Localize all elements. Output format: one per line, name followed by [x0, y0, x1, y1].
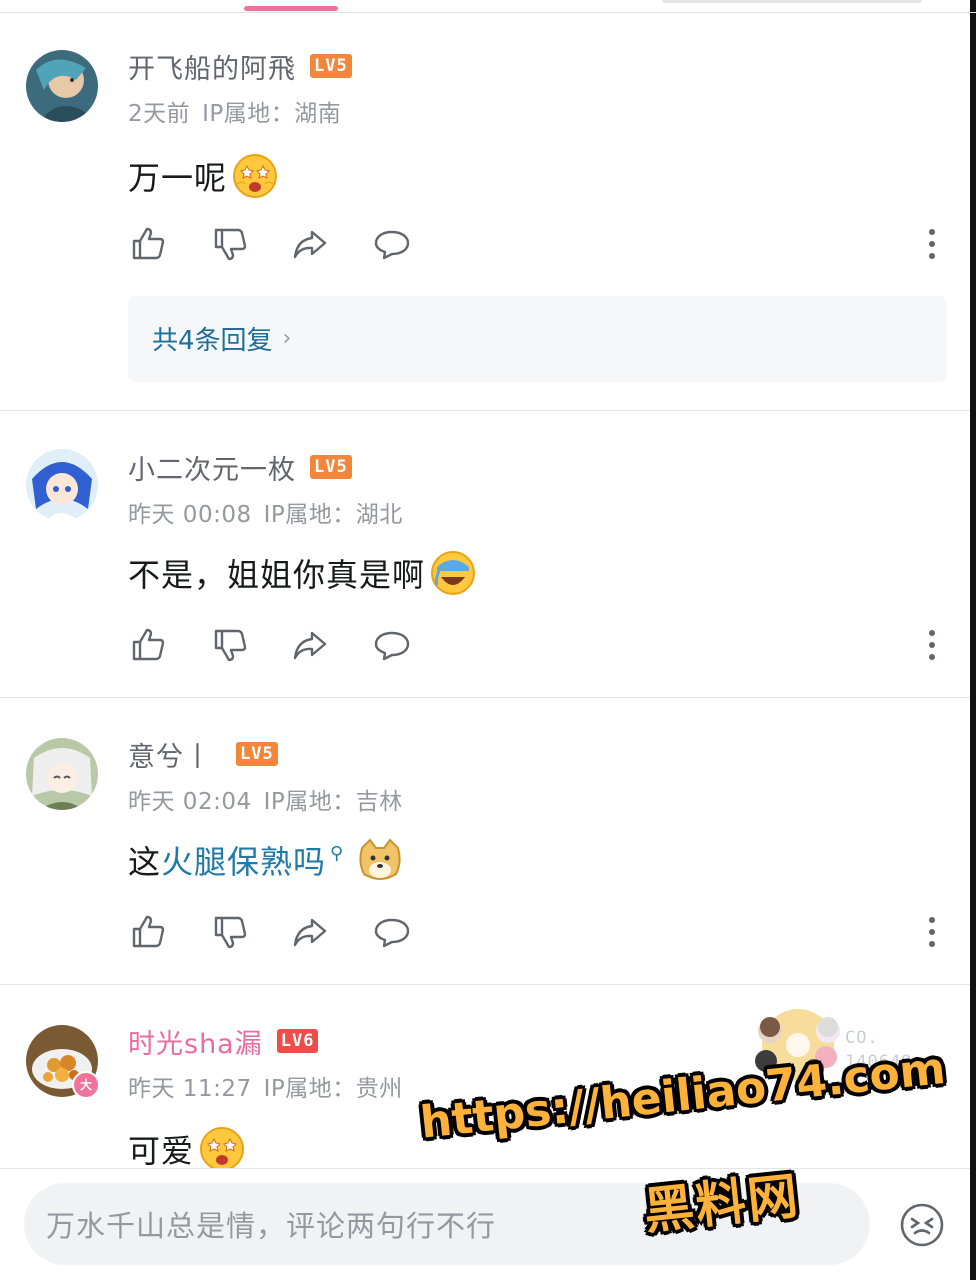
share-icon[interactable] [290, 625, 330, 665]
comment-text: 不是，姐姐你真是啊 [128, 556, 426, 594]
more-options-icon[interactable] [924, 228, 940, 260]
share-icon[interactable] [290, 912, 330, 952]
active-tab-indicator [244, 6, 338, 11]
seal-label: CO. [845, 1028, 879, 1048]
search-keyword-link[interactable]: 火腿保熟吗 [161, 837, 326, 883]
share-icon[interactable] [290, 224, 330, 264]
ip-location: IP属地：吉林 [263, 789, 403, 815]
comment-text: 可爱 [128, 1132, 195, 1170]
dislike-icon[interactable] [210, 912, 250, 952]
username[interactable]: 时光sha漏 [128, 1022, 263, 1061]
more-options-icon[interactable] [924, 916, 940, 948]
vip-badge: 大 [72, 1071, 100, 1099]
username[interactable]: 意兮丨 [128, 735, 212, 774]
input-placeholder: 万水千山总是情，评论两句行不行 [46, 1209, 497, 1243]
dislike-icon[interactable] [210, 224, 250, 264]
reply-icon[interactable] [372, 224, 412, 264]
username[interactable]: 小二次元一枚 [128, 448, 296, 487]
dislike-icon[interactable] [210, 625, 250, 665]
like-icon[interactable] [128, 224, 168, 264]
top-pill [662, 0, 922, 3]
level-badge: LV5 [236, 742, 278, 766]
ip-location: IP属地：湖南 [202, 101, 342, 127]
comment-item: 小二次元一枚 LV5 昨天 00:08 IP属地：湖北 不是，姐姐你真是啊 [0, 411, 970, 698]
ip-location: IP属地：湖北 [263, 502, 403, 528]
comment-time: 昨天 11:27 [128, 1076, 252, 1102]
level-badge: LV5 [310, 54, 352, 78]
device-frame-edge [970, 0, 976, 1280]
more-options-icon[interactable] [924, 629, 940, 661]
like-icon[interactable] [128, 625, 168, 665]
star-eyes-emoji [200, 1127, 245, 1171]
ip-location: IP属地：贵州 [263, 1076, 403, 1102]
comment-text: 万一呢 [128, 159, 228, 197]
reply-icon[interactable] [372, 625, 412, 665]
level-badge: LV6 [276, 1029, 319, 1053]
laugh-cry-emoji [431, 551, 476, 595]
comment-time: 昨天 00:08 [128, 502, 252, 528]
comment-time: 2天前 [128, 101, 191, 127]
like-icon[interactable] [128, 912, 168, 952]
avatar[interactable] [26, 449, 98, 521]
avatar[interactable] [26, 50, 98, 122]
view-replies-link[interactable]: 共4条回复 [152, 320, 273, 357]
comment-text-prefix: 这 [128, 843, 162, 881]
comment-item: 开飞船的阿飛 LV5 2天前 IP属地：湖南 万一呢 共4条回复 › [0, 12, 970, 411]
replies-panel[interactable]: 共4条回复 › [128, 296, 947, 382]
chevron-right-icon: › [282, 326, 292, 351]
username[interactable]: 开飞船的阿飛 [128, 47, 296, 86]
comment-item: 意兮丨 LV5 昨天 02:04 IP属地：吉林 这火腿保熟吗 ⚲ [0, 698, 970, 985]
doge-emoji [359, 838, 401, 880]
level-badge: LV5 [310, 455, 352, 479]
comment-input-bar: 万水千山总是情，评论两句行不行 [0, 1168, 970, 1281]
emoji-picker-icon[interactable] [898, 1201, 946, 1249]
comment-time: 昨天 02:04 [128, 789, 252, 815]
search-icon[interactable]: ⚲ [330, 843, 344, 864]
avatar[interactable] [26, 738, 98, 810]
reply-icon[interactable] [372, 912, 412, 952]
star-eyes-emoji [233, 154, 278, 198]
